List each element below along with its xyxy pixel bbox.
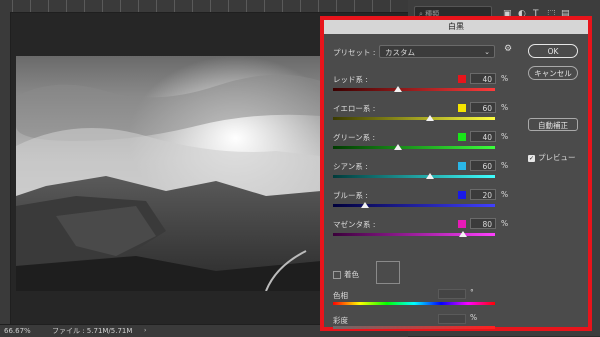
- ruler-tick: [390, 0, 391, 12]
- saturation-percent-sign: %: [470, 313, 478, 322]
- ruler-tick: [84, 0, 85, 12]
- cancel-button[interactable]: キャンセル: [528, 66, 578, 80]
- preview-label: プレビュー: [538, 153, 576, 162]
- chevron-down-icon: ⌄: [484, 48, 490, 56]
- slider-value-input[interactable]: 20: [470, 189, 496, 200]
- color-slider-track[interactable]: [333, 117, 495, 120]
- ruler-tick: [174, 0, 175, 12]
- slider-thumb[interactable]: [426, 173, 435, 179]
- hue-label: 色相: [333, 291, 348, 300]
- color-slider-track[interactable]: [333, 204, 495, 207]
- degree-sign: °: [470, 288, 474, 297]
- ruler-tick: [264, 0, 265, 12]
- slider-value-input[interactable]: 80: [470, 218, 496, 229]
- ruler-tick: [228, 0, 229, 12]
- saturation-label: 彩度: [333, 316, 348, 325]
- percent-sign: %: [501, 132, 509, 141]
- chevron-right-icon[interactable]: ›: [144, 325, 146, 337]
- file-info: ファイル : 5.71M/5.71M: [52, 327, 133, 335]
- checkbox-icon: [333, 271, 341, 279]
- ruler-tick: [138, 0, 139, 12]
- top-ruler: [0, 0, 408, 13]
- slider-thumb[interactable]: [361, 202, 370, 208]
- auto-button[interactable]: 自動補正: [528, 118, 578, 131]
- color-slider-track[interactable]: [333, 233, 495, 236]
- slider-thumb[interactable]: [393, 144, 402, 150]
- left-ruler: [0, 12, 11, 324]
- preset-value: カスタム: [385, 48, 415, 57]
- color-swatch: [458, 162, 466, 170]
- color-swatch: [458, 191, 466, 199]
- ruler-tick: [246, 0, 247, 12]
- ruler-tick: [192, 0, 193, 12]
- preset-select[interactable]: カスタム ⌄: [379, 45, 495, 58]
- bw-landscape-photo: [16, 56, 321, 291]
- preset-label: プリセット :: [333, 48, 376, 57]
- hue-input[interactable]: [438, 289, 466, 299]
- slider-label: イエロー系 :: [333, 104, 376, 113]
- ruler-tick: [210, 0, 211, 12]
- slider-value-input[interactable]: 40: [470, 131, 496, 142]
- color-swatch: [458, 75, 466, 83]
- slider-label: グリーン系 :: [333, 133, 376, 142]
- percent-sign: %: [501, 161, 509, 170]
- percent-sign: %: [501, 103, 509, 112]
- gear-icon[interactable]: ⚙: [504, 44, 512, 54]
- ruler-tick: [354, 0, 355, 12]
- percent-sign: %: [501, 219, 509, 228]
- percent-sign: %: [501, 190, 509, 199]
- slider-label: マゼンタ系 :: [333, 220, 376, 229]
- slider-value-input[interactable]: 60: [470, 102, 496, 113]
- slider-thumb[interactable]: [426, 115, 435, 121]
- checkmark-icon: ✓: [528, 154, 535, 162]
- slider-thumb[interactable]: [458, 231, 467, 237]
- ruler-tick: [12, 0, 13, 12]
- ruler-tick: [300, 0, 301, 12]
- percent-sign: %: [501, 74, 509, 83]
- tint-checkbox[interactable]: 着色: [333, 269, 359, 280]
- ruler-tick: [102, 0, 103, 12]
- ruler-tick: [336, 0, 337, 12]
- slider-thumb[interactable]: [393, 86, 402, 92]
- color-slider-track[interactable]: [333, 88, 495, 91]
- tint-color-swatch[interactable]: [376, 261, 400, 284]
- tint-label: 着色: [344, 270, 359, 279]
- black-white-dialog: 白黒 プリセット : カスタム ⌄ ⚙ OK キャンセル 自動補正 ✓ プレビュー…: [324, 20, 588, 329]
- slider-value-input[interactable]: 60: [470, 160, 496, 171]
- zoom-level[interactable]: 66.67%: [4, 325, 31, 337]
- color-slider-track[interactable]: [333, 146, 495, 149]
- preview-checkbox[interactable]: ✓ プレビュー: [528, 152, 576, 163]
- slider-label: シアン系 :: [333, 162, 368, 171]
- saturation-input[interactable]: [438, 314, 466, 324]
- ok-button[interactable]: OK: [528, 44, 578, 58]
- slider-value-input[interactable]: 40: [470, 73, 496, 84]
- ruler-tick: [120, 0, 121, 12]
- ruler-tick: [156, 0, 157, 12]
- saturation-slider[interactable]: [333, 326, 495, 329]
- ruler-tick: [48, 0, 49, 12]
- slider-label: レッド系 :: [333, 75, 368, 84]
- ruler-tick: [282, 0, 283, 12]
- ruler-tick: [318, 0, 319, 12]
- ruler-tick: [372, 0, 373, 12]
- ruler-tick: [30, 0, 31, 12]
- color-swatch: [458, 133, 466, 141]
- hue-slider[interactable]: [333, 302, 495, 305]
- color-slider-track[interactable]: [333, 175, 495, 178]
- ruler-tick: [66, 0, 67, 12]
- slider-label: ブルー系 :: [333, 191, 368, 200]
- color-swatch: [458, 220, 466, 228]
- dialog-title: 白黒: [324, 20, 588, 34]
- color-swatch: [458, 104, 466, 112]
